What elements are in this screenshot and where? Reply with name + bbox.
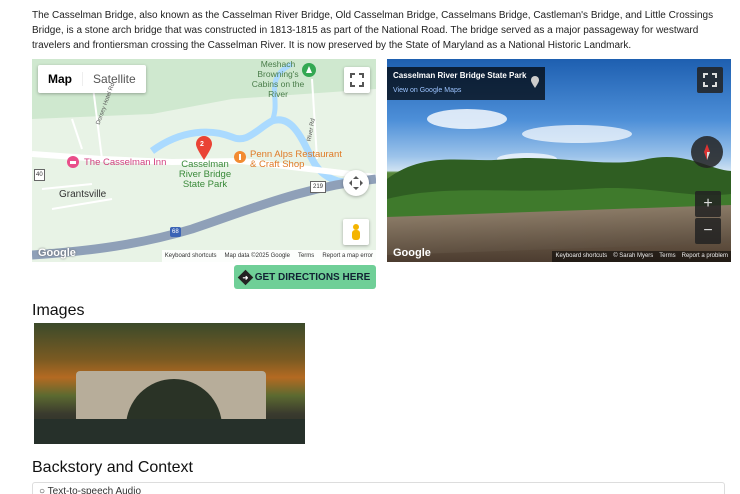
get-directions-button[interactable]: ➜ GET DIRECTIONS HERE: [234, 265, 376, 289]
view-on-google-maps-link[interactable]: View on Google Maps: [393, 87, 539, 94]
fullscreen-icon: [350, 73, 364, 87]
label-penn-alps[interactable]: Penn Alps Restaurant & Craft Shop: [250, 150, 345, 170]
street-view-title: Casselman River Bridge State Park: [393, 71, 527, 80]
street-view-footer: Keyboard shortcuts © Sarah Myers Terms R…: [552, 251, 731, 262]
route-40-shield: 40: [34, 169, 45, 181]
map-footer: Keyboard shortcuts Map data ©2025 Google…: [161, 250, 376, 262]
label-cabins: Meshach Browning's Cabins on the River: [251, 59, 305, 99]
sv-terms-link[interactable]: Terms: [659, 251, 675, 262]
route-68-shield: 68: [170, 227, 181, 237]
marker-number: 2: [200, 141, 204, 148]
sv-keyboard-shortcuts[interactable]: Keyboard shortcuts: [555, 251, 607, 262]
label-bridge-park[interactable]: Casselman River Bridge State Park: [175, 160, 235, 190]
tts-label: Text-to-speech Audio: [47, 486, 142, 494]
backstory-heading: Backstory and Context: [32, 459, 193, 476]
bridge-photo[interactable]: [34, 323, 305, 444]
intro-paragraph: The Casselman Bridge, also known as the …: [32, 10, 714, 51]
location-marker-icon[interactable]: [195, 135, 213, 161]
move-arrows-icon: [349, 176, 363, 190]
zoom-in-button[interactable]: +: [695, 191, 721, 217]
map-pin-icon[interactable]: [530, 75, 540, 89]
tts-play-icon[interactable]: ○: [39, 486, 48, 494]
lodging-icon[interactable]: [67, 156, 79, 168]
map-tab[interactable]: Map: [38, 72, 83, 86]
restaurant-icon[interactable]: [234, 151, 246, 163]
google-logo: Google: [38, 247, 76, 259]
pegman-icon: [352, 224, 360, 240]
label-casselman-inn[interactable]: The Casselman Inn: [84, 158, 166, 168]
street-view-info-box: Casselman River Bridge State Park View o…: [387, 67, 545, 100]
directions-icon: ➜: [237, 269, 253, 285]
sv-report-problem-link[interactable]: Report a problem: [682, 251, 728, 262]
map-terms-link[interactable]: Terms: [298, 250, 314, 262]
map-report-error-link[interactable]: Report a map error: [322, 250, 373, 262]
map-embed[interactable]: Map Satellite 2 Meshach Browning's Cabin…: [32, 59, 376, 262]
label-grantsville: Grantsville: [59, 189, 107, 200]
map-keyboard-shortcuts[interactable]: Keyboard shortcuts: [165, 250, 217, 262]
map-data-credit: Map data ©2025 Google: [224, 253, 290, 259]
compass-button[interactable]: [691, 136, 723, 168]
street-view-embed[interactable]: Casselman River Bridge State Park View o…: [387, 59, 731, 262]
google-logo: Google: [393, 247, 431, 259]
fullscreen-icon: [703, 73, 717, 87]
street-view-fullscreen-button[interactable]: [697, 67, 723, 93]
tts-audio-player[interactable]: ○ Text-to-speech Audio: [32, 482, 725, 494]
zoom-out-button[interactable]: −: [695, 218, 721, 244]
photo-water: [34, 419, 305, 444]
map-camera-control[interactable]: [343, 170, 369, 196]
images-heading: Images: [32, 302, 85, 319]
route-219-shield: 219: [310, 181, 327, 193]
get-directions-label: GET DIRECTIONS HERE: [254, 271, 371, 283]
pegman-button[interactable]: [343, 219, 369, 245]
compass-icon: [704, 144, 710, 160]
sv-photo-credit: © Sarah Myers: [613, 253, 654, 259]
map-type-control: Map Satellite: [38, 65, 146, 93]
park-icon[interactable]: [302, 63, 316, 77]
map-fullscreen-button[interactable]: [344, 67, 370, 93]
